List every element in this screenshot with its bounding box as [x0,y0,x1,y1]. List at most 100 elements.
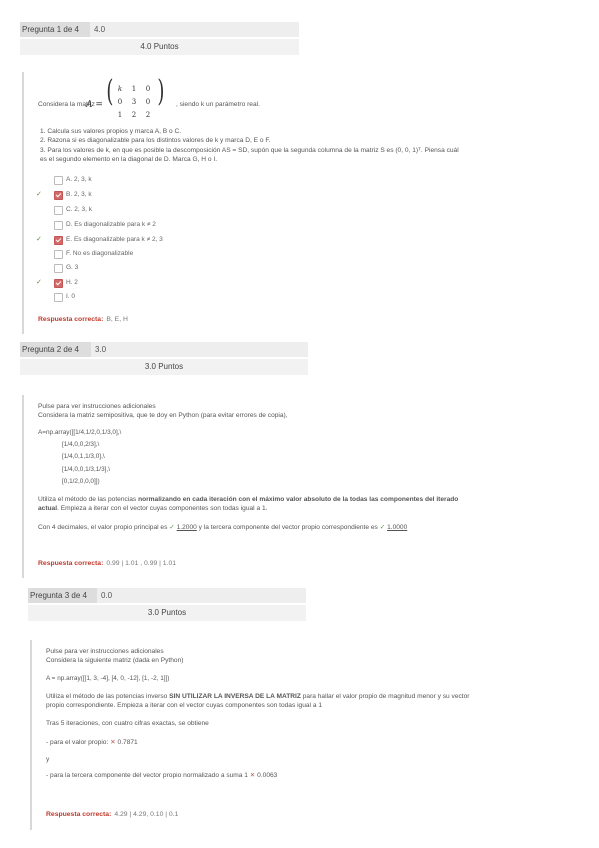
option-c-checkbox[interactable] [54,206,63,215]
option-e-checkbox[interactable] [54,236,63,245]
q1-matrix-cell: 1 [117,111,123,119]
q2-code-1: A=np.array([[1/4,1/2,0,1/3,0],\ [38,429,122,436]
correct-check-icon: ✓ [379,524,386,531]
q1-matrix-cell: 3 [131,98,137,106]
option-h-label: H. 2 [66,279,78,286]
q2-p1b: normalizando en cada iteración con el má… [138,496,459,503]
q3-p1a: Utiliza el método de las potencias inver… [46,693,170,700]
option-f-checkbox[interactable] [54,250,63,259]
q2-p2a: actual [38,505,58,512]
q2-paragraph-1-cont: actual. Empieza a iterar con el vector c… [38,505,267,512]
option-b-checkbox[interactable] [54,191,63,200]
q2-p3b: y la tercera componente del vector propi… [198,524,378,531]
wrong-x-icon: ✕ [249,772,256,779]
q2-answer-value: 0.99 | 1.01 , 0.99 | 1.01 [106,560,177,567]
q3-component-input[interactable]: 0.0063 [257,772,277,779]
q2-instructions-link[interactable]: Pulse para ver instrucciones adicionales [38,403,156,410]
q1-matrix-cell: 2 [131,111,137,119]
option-h-checkbox[interactable] [54,279,63,288]
q3-paragraph-2: Tras 5 iteraciones, con cuatro cifras ex… [46,720,209,727]
q3-paragraph-1: Utiliza el método de las potencias inver… [46,693,470,700]
q2-code-2: [1/4,0,0,2/3],\ [62,441,100,448]
q2-p3a: Con 4 decimales, el valor propio princip… [38,524,168,531]
correct-check-icon: ✓ [36,191,42,198]
q3-p4a: - para el valor propio: [46,739,109,746]
correct-check-icon: ✓ [169,524,175,531]
q2-component-input[interactable]: 1.0000 [387,524,407,531]
option-b-label: B. 2, 3, k [66,191,92,198]
option-e-label: E. Es diagonalizable para k ≠ 2, 3 [66,236,163,243]
question-1-header: Pregunta 1 de 4 4.0 [20,22,299,37]
q1-matrix-rparen: ) [157,74,165,109]
question-3-header: Pregunta 3 de 4 0.0 [28,588,306,603]
q3-eigenvalue-input[interactable]: 0.7871 [118,739,138,746]
q1-matrix-cell: 0 [117,98,123,106]
option-i-checkbox[interactable] [54,293,63,302]
q1-matrix-lhs: A = [86,100,103,110]
correct-check-icon: ✓ [36,236,42,243]
q1-item-2: 2. Razona si es diagonalizable para los … [40,137,271,144]
q3-p1b: SIN UTILIZAR LA INVERSA DE LA MATRIZ [169,693,301,700]
q3-eigenvalue-line: - para el valor propio: ✕ 0.7871 [46,738,138,746]
q3-correct-answer: Respuesta correcta: 4.29 | 4.29, 0.10 | 0… [46,811,178,818]
option-i-label: I. 0 [66,293,76,300]
q3-y: y [46,756,50,763]
option-g-checkbox[interactable] [54,264,63,273]
question-1-points: 4.0 Puntos [20,39,299,55]
q2-correct-answer: Respuesta correcta: 0.99 | 1.01 , 0.99 | … [38,560,176,567]
option-f-label: F. No es diagonalizable [66,250,134,257]
question-1-card: Considera la matriz A = ( k 1 0 0 3 0 1 … [22,72,584,334]
q3-code: A = np.array([[1, 3, -4], [4, 0, -12], [… [46,675,170,682]
q3-instructions-link[interactable]: Pulse para ver instrucciones adicionales [46,648,164,655]
q2-code-4: [1/4,0,0,1/3,1/3],\ [62,466,110,473]
option-g-label: G. 3 [66,264,79,271]
question-3-card: Pulse para ver instrucciones adicionales… [30,640,592,830]
question-3-label: Pregunta 3 de 4 [30,591,87,600]
q2-answer-label: Respuesta correcta: [38,560,104,567]
question-1-label: Pregunta 1 de 4 [22,25,79,34]
question-2-card: Pulse para ver instrucciones adicionales… [22,395,580,578]
option-d-checkbox[interactable] [54,221,63,230]
q2-p1a: Utiliza el método de las potencias [38,496,139,503]
correct-check-icon: ✓ [36,279,42,286]
q1-correct-answer: Respuesta correcta: B, E, H [38,316,128,323]
q1-matrix-cell: 1 [131,85,137,93]
question-2-score: 3.0 [91,342,308,357]
q2-code-5: [0,1/2,0,0,0]]) [62,478,100,485]
q1-matrix-lparen: ( [106,74,114,109]
option-c-label: C. 2, 3, k [66,206,93,213]
q3-p1c: para hallar el valor propio de magnitud … [300,693,470,700]
q2-paragraph-1: Utiliza el método de las potencias norma… [38,496,458,503]
q1-item-3: 3. Para los valores de k, en que es posi… [40,147,459,154]
question-1-score: 4.0 [90,22,299,37]
q3-component-line: - para la tercera componente del vector … [46,771,277,779]
q3-paragraph-1-cont: propio correspondiente. Empieza a iterar… [46,702,322,709]
question-2-points: 3.0 Puntos [20,359,308,375]
q2-eigenvalue-input[interactable]: 1.2000 [177,524,197,531]
option-a-checkbox[interactable] [54,176,63,185]
q1-item-1: 1. Calcula sus valores propios y marca A… [40,128,182,135]
q3-answer-label: Respuesta correcta: [46,811,112,818]
q2-p2b: . Empieza a iterar con el vector cuyas c… [57,505,268,512]
q2-code-3: [1/4,0,1,1/3,0],\ [62,453,105,460]
q3-answer-value: 4.29 | 4.29, 0.10 | 0.1 [114,811,179,818]
question-3-points: 3.0 Puntos [28,605,306,621]
q1-answer-label: Respuesta correcta: [38,316,104,323]
question-2-header: Pregunta 2 de 4 3.0 [20,342,308,357]
q2-paragraph-2: Con 4 decimales, el valor propio princip… [38,523,407,531]
q3-p6a: - para la tercera componente del vector … [46,772,248,779]
q1-matrix-cell: 0 [145,85,151,93]
q1-answer-value: B, E, H [106,316,128,323]
q1-item-3-cont: es el segundo elemento en la diagonal de… [40,156,218,163]
q2-line-2: Considera la matriz semipositiva, que te… [38,412,288,419]
q3-line-2: Considera la siguiente matriz (dada en P… [46,657,184,664]
q1-matrix-cell: 2 [145,111,151,119]
q1-matrix-cell: 0 [145,98,151,106]
option-d-label: D. Es diagonalizable para k ≠ 2 [66,221,156,228]
wrong-x-icon: ✕ [110,739,116,746]
q1-intro-post: , siendo k un parámetro real. [176,101,260,108]
option-a-label: A. 2, 3, k [66,176,92,183]
question-2-label: Pregunta 2 de 4 [22,345,79,354]
q1-matrix-cell: k [117,85,123,93]
question-3-score: 0.0 [97,588,306,603]
